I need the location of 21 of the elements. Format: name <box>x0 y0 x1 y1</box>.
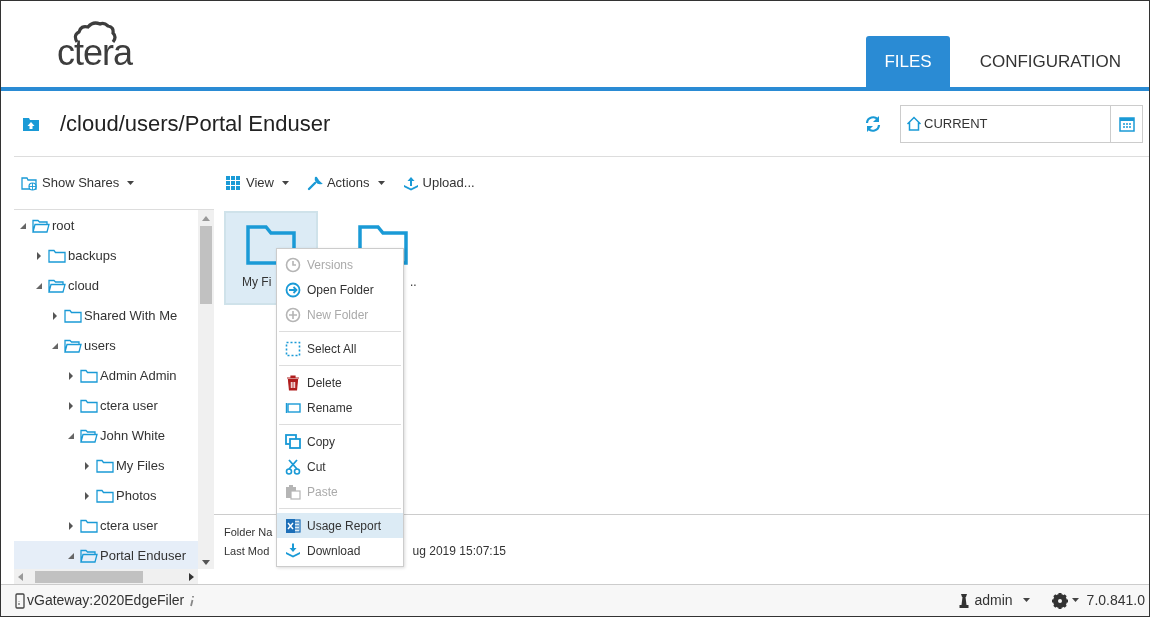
tree-label: backups <box>68 247 117 266</box>
tree-label: ctera user <box>100 397 158 416</box>
tree-label: Shared With Me <box>84 307 178 326</box>
tree-label: My Files <box>116 457 165 476</box>
device-name: vGateway:2020EdgeFiler <box>27 591 185 610</box>
tree-label: cloud <box>68 277 100 296</box>
folder-name: .. <box>410 274 417 291</box>
tree-label: Photos <box>116 487 157 506</box>
detail-label: Folder Na <box>224 525 273 540</box>
tree-label: root <box>52 217 75 236</box>
logo: ctera <box>57 35 133 71</box>
tree-label: ctera user <box>100 517 158 536</box>
tree-label: Portal Enduser <box>100 547 186 566</box>
tree-label: users <box>84 337 116 356</box>
folder-name: My Fi <box>242 274 272 291</box>
tree-label: Admin Admin <box>100 367 177 386</box>
version-number: 7.0.841.0 <box>1086 591 1145 610</box>
tree-label: John White <box>100 427 166 446</box>
detail-value: ug 2019 15:07:15 <box>412 543 506 560</box>
detail-label: Last Mod <box>224 544 270 559</box>
folder-path: /cloud/users/Portal Enduser <box>60 110 332 138</box>
